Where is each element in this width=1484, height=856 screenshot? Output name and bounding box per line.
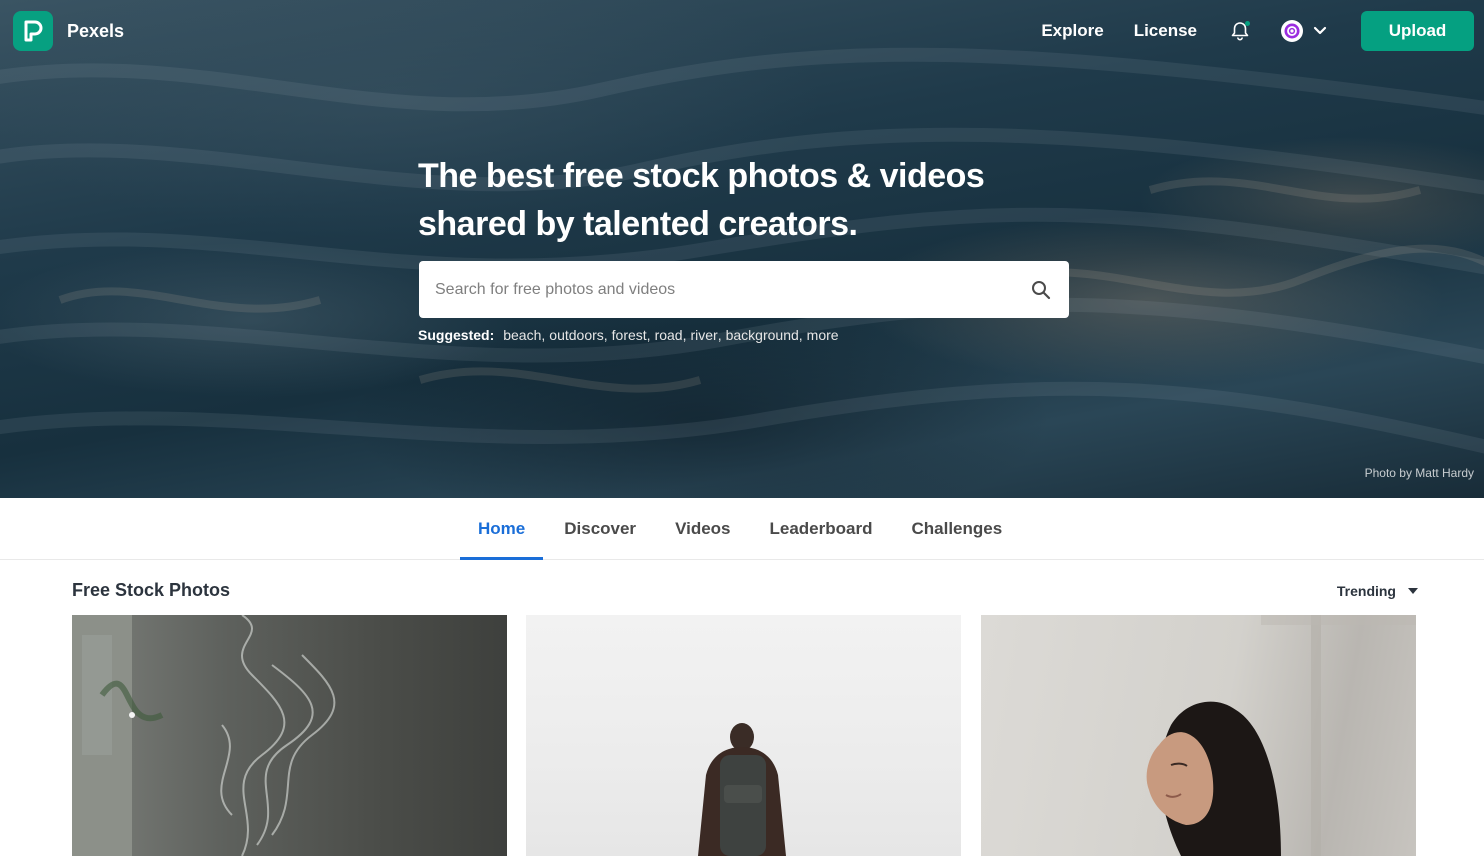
suggestion-separator: , — [541, 327, 546, 343]
suggestion-river[interactable]: river — [690, 327, 717, 343]
section-title: Free Stock Photos — [72, 580, 231, 600]
tab-home[interactable]: Home — [460, 498, 544, 560]
tab-videos[interactable]: Videos — [657, 498, 748, 559]
nav-license[interactable]: License — [1134, 21, 1197, 41]
photo-credit[interactable]: Photo by Matt Hardy — [1365, 466, 1474, 480]
suggested-searches: Suggested: beach, outdoors, forest, road… — [418, 327, 839, 343]
top-navbar: Pexels Explore License Upload — [0, 0, 1484, 62]
upload-button[interactable]: Upload — [1361, 11, 1474, 51]
hero-background-image — [0, 47, 1484, 454]
caret-down-icon — [1408, 588, 1418, 594]
search-icon — [1032, 280, 1051, 299]
headline-line-2: shared by talented creators. — [418, 205, 858, 243]
search-input[interactable] — [419, 261, 1013, 318]
sort-label: Trending — [1336, 583, 1396, 599]
photo-image — [72, 615, 336, 856]
suggestion-separator: , — [798, 327, 803, 343]
chevron-down-icon — [1313, 26, 1327, 35]
main-tabs: Home Discover Videos Leaderboard Challen… — [0, 498, 1484, 560]
photo-card-smoke[interactable] — [72, 615, 507, 856]
pexels-logo-icon — [13, 11, 53, 51]
header-nav: Explore License Upload — [1041, 11, 1474, 51]
suggested-label: Suggested: — [418, 327, 495, 343]
notifications-bell-icon[interactable] — [1229, 20, 1251, 42]
headline-line-1: The best free stock photos & videos — [418, 157, 985, 195]
sort-dropdown[interactable]: Trending — [1337, 583, 1418, 599]
suggestion-separator: , — [682, 327, 687, 343]
suggestion-forest[interactable]: forest — [612, 327, 647, 343]
suggestion-more[interactable]: more — [807, 327, 839, 343]
tab-leaderboard[interactable]: Leaderboard — [752, 498, 891, 559]
pexels-logo-link[interactable]: Pexels — [13, 11, 124, 51]
suggestion-background[interactable]: background — [726, 327, 799, 343]
photo-card-portrait[interactable] — [981, 615, 1416, 856]
hero-headline: The best free stock photos & videos shar… — [418, 152, 1058, 248]
tab-discover[interactable]: Discover — [546, 498, 654, 559]
suggestion-road[interactable]: road — [655, 327, 683, 343]
account-menu[interactable] — [1281, 20, 1327, 42]
photo-card-hiker[interactable] — [526, 615, 961, 856]
brand-name: Pexels — [67, 20, 125, 41]
tab-challenges[interactable]: Challenges — [893, 498, 1020, 559]
suggestion-outdoors[interactable]: outdoors — [549, 327, 603, 343]
avatar — [1281, 20, 1303, 42]
suggestion-separator: , — [646, 327, 651, 343]
suggestion-beach[interactable]: beach — [503, 327, 541, 343]
search-button[interactable] — [1013, 261, 1069, 318]
photo-image — [1146, 615, 1416, 856]
suggestion-separator: , — [717, 327, 722, 343]
photo-image — [698, 723, 786, 856]
suggestion-separator: , — [603, 327, 608, 343]
hero-banner — [0, 0, 1484, 498]
notification-dot — [1245, 21, 1250, 26]
nav-explore[interactable]: Explore — [1041, 21, 1103, 41]
search-bar — [419, 261, 1069, 318]
